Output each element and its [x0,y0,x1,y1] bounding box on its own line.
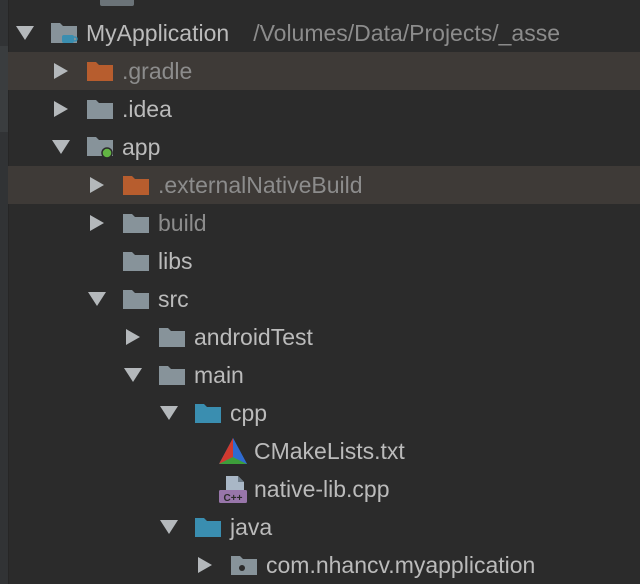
tree-label: .idea [122,95,172,122]
tree-label: java [230,513,273,540]
folder-icon [122,280,152,318]
collapsed-arrow-icon[interactable] [84,204,110,242]
module-folder-icon [50,14,80,52]
expanded-arrow-icon[interactable] [156,394,182,432]
cpp-badge-text: C++ [224,493,243,504]
expanded-arrow-icon[interactable] [12,14,38,52]
tree-row-cpp[interactable]: cpp [8,394,640,432]
module-folder-icon [86,128,116,166]
gutter-scroll-thumb[interactable] [0,46,8,132]
tree-row-idea[interactable]: .idea [8,90,640,128]
folder-icon-partial [100,0,134,6]
tree-label: androidTest [194,323,313,350]
tree-row-app[interactable]: app [8,128,640,166]
collapsed-arrow-icon[interactable] [84,166,110,204]
project-tree: MyApplication /Volumes/Data/Projects/_as… [8,0,640,584]
excluded-folder-icon [86,52,116,90]
tree-row-main[interactable]: main [8,356,640,394]
expanded-arrow-icon[interactable] [84,280,110,318]
folder-icon [122,242,152,280]
tree-label: .gradle [122,57,193,84]
tree-row-libs[interactable]: libs [8,242,640,280]
collapsed-arrow-icon[interactable] [192,546,218,584]
tree-label: com.nhancv.myapplication [266,551,536,578]
collapsed-arrow-icon[interactable] [120,318,146,356]
folder-icon [86,90,116,128]
cmake-icon [218,432,248,470]
tree-row-package[interactable]: com.nhancv.myapplication [8,546,640,584]
expanded-arrow-icon[interactable] [48,128,74,166]
expanded-arrow-icon[interactable] [120,356,146,394]
tree-label: cpp [230,399,268,426]
tree-row-cmakelists[interactable]: CMakeLists.txt [8,432,640,470]
tree-row-build[interactable]: build [8,204,640,242]
tree-label: build [158,209,207,236]
source-folder-icon [194,394,224,432]
tree-label: app [122,133,161,160]
source-folder-icon [194,508,224,546]
folder-icon [122,204,152,242]
tree-label: native-lib.cpp [254,475,390,502]
collapsed-arrow-icon[interactable] [48,90,74,128]
tree-label: libs [158,247,193,274]
package-icon [230,546,260,584]
tree-label: main [194,361,244,388]
tree-row-external-native-build[interactable]: .externalNativeBuild [8,166,640,204]
tree-row-native-lib[interactable]: C++ native-lib.cpp [8,470,640,508]
tree-row-src[interactable]: src [8,280,640,318]
expanded-arrow-icon[interactable] [156,508,182,546]
folder-icon [158,356,188,394]
collapsed-arrow-icon[interactable] [48,52,74,90]
cpp-file-icon: C++ [218,470,248,508]
previous-row-sliver [8,0,640,8]
tree-row-gradle[interactable]: .gradle [8,52,640,90]
tree-label: src [158,285,189,312]
root-project-path: /Volumes/Data/Projects/_asse [253,19,561,46]
tree-label: CMakeLists.txt [254,437,405,464]
tree-row-root[interactable]: MyApplication /Volumes/Data/Projects/_as… [8,14,640,52]
excluded-folder-icon [122,166,152,204]
tree-label: .externalNativeBuild [158,171,363,198]
root-project-name: MyApplication [86,19,230,46]
folder-icon [158,318,188,356]
tree-row-java[interactable]: java [8,508,640,546]
tree-row-android-test[interactable]: androidTest [8,318,640,356]
